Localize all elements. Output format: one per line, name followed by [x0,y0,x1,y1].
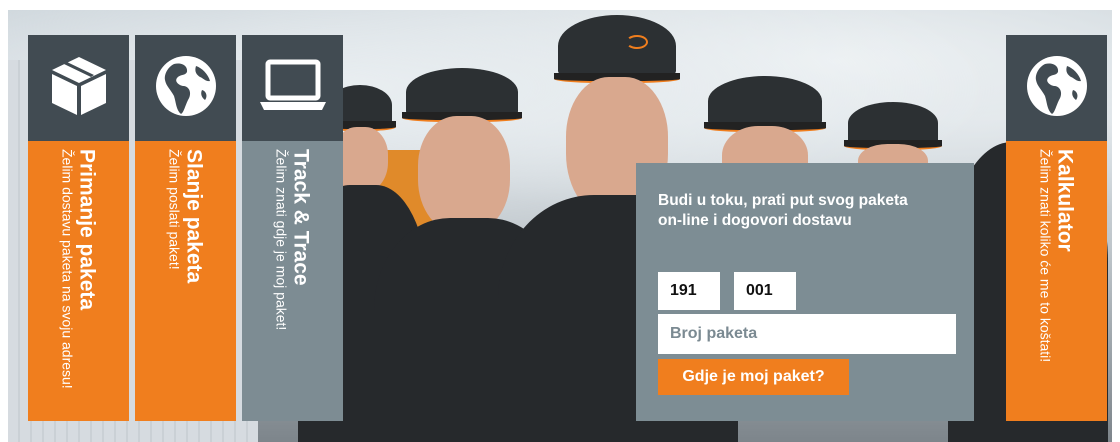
tile-subtitle: Želim znati gdje je moj paket! [273,149,289,331]
tile-icon-box [242,35,343,141]
globe-icon [154,54,218,123]
globe-icon [1025,54,1089,123]
tile-label-panel: Primanje paketa Želim dostavu paketa na … [28,141,129,421]
tile-title: Kalkulator [1053,149,1076,252]
tile-primanje-paketa[interactable]: Primanje paketa Želim dostavu paketa na … [28,35,129,421]
tile-track-and-trace[interactable]: Track & Trace Želim znati gdje je moj pa… [242,35,343,421]
tile-kalkulator[interactable]: Kalkulator Želim znati koliko će me to k… [1006,35,1107,421]
tile-title: Primanje paketa [75,149,98,311]
laptop-icon [258,58,328,119]
tile-label-panel: Slanje paketa Želim poslati paket! [135,141,236,421]
tile-label-panel: Kalkulator Želim znati koliko će me to k… [1006,141,1107,421]
tracking-heading: Budi u toku, prati put svog paketa on-li… [658,192,908,229]
tile-icon-box [28,35,129,141]
page: Primanje paketa Želim dostavu paketa na … [0,0,1120,442]
parcel-prefix-1[interactable]: 191 [658,272,720,310]
parcel-prefix-2[interactable]: 001 [734,272,796,310]
tile-label-panel: Track & Trace Želim znati gdje je moj pa… [242,141,343,421]
tile-subtitle: Želim znati koliko će me to koštati! [1037,149,1053,363]
tile-subtitle: Želim dostavu paketa na svoju adresu! [59,149,75,389]
tile-title: Slanje paketa [182,149,205,284]
tile-icon-box [135,35,236,141]
tile-subtitle: Želim poslati paket! [166,149,182,270]
find-parcel-button[interactable]: Gdje je moj paket? [658,359,849,395]
parcel-number-input[interactable] [658,314,956,354]
box-icon [48,53,110,124]
tile-title: Track & Trace [289,149,312,286]
tile-slanje-paketa[interactable]: Slanje paketa Želim poslati paket! [135,35,236,421]
tile-icon-box [1006,35,1107,141]
tracking-panel: Budi u toku, prati put svog paketa on-li… [636,163,974,421]
